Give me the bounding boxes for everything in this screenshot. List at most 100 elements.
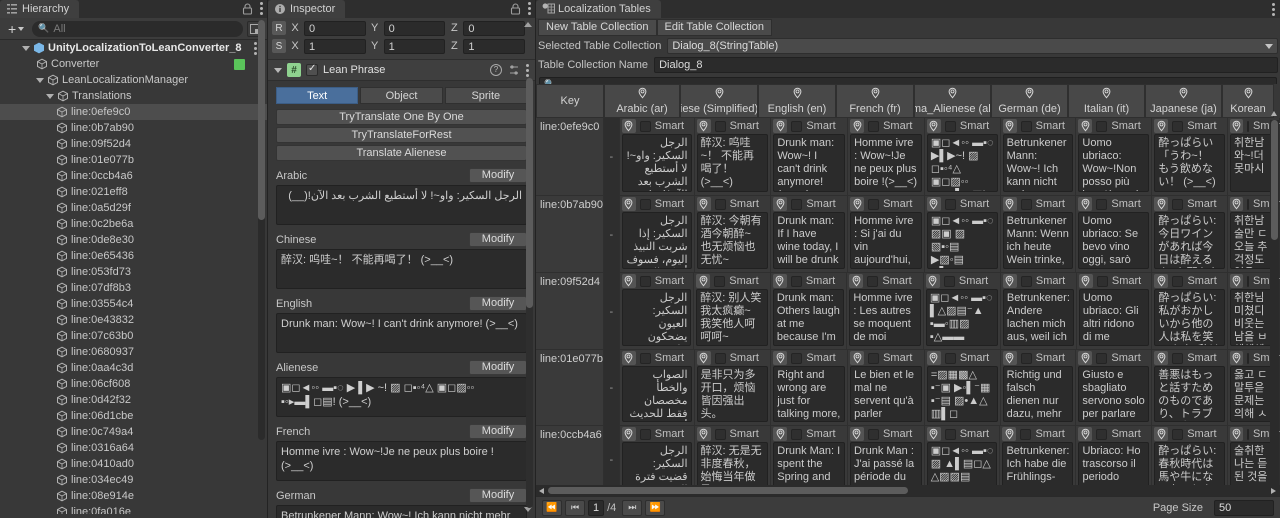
- hierarchy-item[interactable]: line:06d1cbe: [0, 408, 267, 424]
- smart-checkbox[interactable]: [714, 352, 726, 364]
- locale-cell-zh[interactable]: Smart 醉汉: 无是无非度春秋，始悔当年做马: [694, 426, 772, 493]
- smart-checkbox[interactable]: [790, 275, 802, 287]
- phrase-type-segmented-control[interactable]: Text Object Sprite: [276, 87, 527, 104]
- locale-text-area[interactable]: 醉汉: 无是无非度春秋，始悔当年做马: [696, 442, 769, 490]
- smart-checkbox[interactable]: [791, 352, 803, 364]
- tab-localization-tables[interactable]: Localization Tables: [536, 0, 661, 18]
- locale-cell-ja[interactable]: Smart 酔っぱらい「うわ~！ もう飲めない！ (>__<): [1152, 118, 1228, 195]
- table-row[interactable]: line:0ccb4a6- Smart الرجل السكير: قضيت فتر…: [536, 426, 1280, 494]
- rotation-x-field[interactable]: 0: [304, 20, 366, 36]
- hierarchy-item[interactable]: line:0aa4c3d: [0, 360, 267, 376]
- create-button[interactable]: +: [4, 22, 28, 36]
- locale-cell-de[interactable]: Smart Betrunkener: Ich habe die Frühlings…: [1000, 426, 1077, 493]
- row-collapse-toggle[interactable]: -: [604, 350, 620, 426]
- smart-checkbox[interactable]: [1172, 428, 1184, 440]
- smart-checkbox[interactable]: [1246, 428, 1249, 440]
- new-table-collection-button[interactable]: New Table Collection: [538, 18, 657, 36]
- smart-checkbox[interactable]: [1246, 120, 1249, 132]
- locale-cell-it[interactable]: Smart Uomo ubriaco: Se bevo vino oggi, sa…: [1076, 196, 1153, 272]
- smart-checkbox[interactable]: [1020, 352, 1032, 364]
- locale-cell-ja[interactable]: Smart 酔っぱらい: 今日ワインがあれば今日は酔えるよ~心配も心配もないよ~: [1152, 196, 1228, 272]
- locale-glyph-icon[interactable]: [849, 427, 864, 441]
- locale-cell-alienese[interactable]: Smart ▣◻◄◦◦ ▬▪◌ ▨ ▲▌▤◻△ △▨▨▤ ▲▯◻▨▤▦ ▪◦▣: [924, 426, 1001, 493]
- row-collapse-toggle[interactable]: -: [604, 426, 620, 494]
- kebab-menu-icon[interactable]: [526, 63, 529, 77]
- locale-glyph-icon[interactable]: [773, 427, 788, 441]
- hierarchy-item[interactable]: line:07df8b3: [0, 280, 267, 296]
- locale-glyph-icon[interactable]: [696, 119, 711, 133]
- help-icon[interactable]: ?: [490, 64, 502, 76]
- hierarchy-item[interactable]: line:0ccb4a6: [0, 168, 267, 184]
- scale-y-field[interactable]: 1: [383, 38, 446, 54]
- phrase-type-text-tab[interactable]: Text: [276, 87, 359, 104]
- hierarchy-root-item[interactable]: UnityLocalizationToLeanConverter_8: [0, 40, 267, 56]
- smart-checkbox[interactable]: [1096, 198, 1108, 210]
- hierarchy-item[interactable]: line:03554c4: [0, 296, 267, 312]
- smart-checkbox[interactable]: [1096, 428, 1108, 440]
- locale-glyph-icon[interactable]: [1229, 197, 1243, 211]
- lock-icon[interactable]: [242, 2, 254, 15]
- modify-button[interactable]: Modify: [469, 488, 527, 503]
- hierarchy-item[interactable]: line:0e43832: [0, 312, 267, 328]
- locale-glyph-icon[interactable]: [621, 274, 636, 288]
- action-button-0[interactable]: TryTranslate One By One: [276, 109, 527, 125]
- hierarchy-item[interactable]: Converter: [0, 56, 267, 72]
- hierarchy-item[interactable]: line:0410ad0: [0, 456, 267, 472]
- locale-text-area[interactable]: Drunk Man : J'ai passé la période du: [849, 442, 922, 490]
- locale-text-area[interactable]: 酔っぱらい: 私がおかしいから他の人は私を笑います~私は他の人を笑います: [1154, 289, 1225, 346]
- smart-checkbox[interactable]: [1020, 428, 1032, 440]
- tab-inspector[interactable]: Inspector: [268, 0, 346, 18]
- language-text-area[interactable]: الرجل السكير: واو~! لا أستطيع الشرب بعد …: [276, 185, 527, 225]
- inspector-scrollbar[interactable]: [526, 78, 533, 508]
- smart-checkbox[interactable]: [714, 275, 726, 287]
- locale-cell-en[interactable]: Smart Drunk man: Wow~! I can't drink anym…: [771, 118, 849, 195]
- scale-x-field[interactable]: 1: [304, 38, 366, 54]
- locale-cell-alienese[interactable]: Smart ▣◻◄◦◦ ▬▪◌ ▨▣ ▨ ▧▪◦▤ ▶▨◦▤ ◁▌▣▪▸, ▨ ▶…: [924, 196, 1001, 272]
- locale-glyph-icon[interactable]: [773, 119, 788, 133]
- chevron-down-icon[interactable]: [36, 77, 44, 83]
- locale-cell-alienese[interactable]: Smart =▨▦▩△ ▪⁻▣ ▶◦▌⁻▦ ▪⁻▤ ▨•▲△ ▥▌◻ △▪◦▨◻▦…: [924, 350, 1001, 425]
- hierarchy-item[interactable]: LeanLocalizationManager: [0, 72, 267, 88]
- row-collapse-toggle[interactable]: -: [604, 118, 620, 196]
- row-key-cell[interactable]: line:09f52d4: [536, 273, 604, 349]
- tab-hierarchy[interactable]: Hierarchy: [0, 0, 80, 18]
- edit-table-collection-button[interactable]: Edit Table Collection: [656, 18, 772, 36]
- locale-glyph-icon[interactable]: [1229, 119, 1243, 133]
- locale-cell-de[interactable]: Smart Betrunkener Mann: Wow~! Ich kann ni…: [1000, 118, 1077, 195]
- locale-glyph-icon[interactable]: [772, 274, 787, 288]
- language-text-area[interactable]: ▣◻◄◦◦ ▬▪◌ ▶ ▌▶ ~! ▨ ◻▪◦⁴△ ▣◻▨◦◦ ▪◦▸▬▌◻▤!…: [276, 377, 527, 417]
- locale-text-area[interactable]: Homme ivre : Si j'ai du vin aujourd'hui,…: [850, 212, 922, 269]
- column-header-fr[interactable]: French (fr): [836, 84, 914, 118]
- locale-glyph-icon[interactable]: [849, 274, 864, 288]
- locale-glyph-icon[interactable]: [696, 351, 711, 365]
- locale-glyph-icon[interactable]: [621, 197, 636, 211]
- column-header-en[interactable]: English (en): [758, 84, 836, 118]
- modify-button[interactable]: Modify: [469, 296, 527, 311]
- smart-checkbox[interactable]: [639, 120, 651, 132]
- smart-checkbox[interactable]: [1020, 120, 1032, 132]
- locale-text-area[interactable]: Ubriaco: Ho trascorso il periodo: [1078, 442, 1150, 490]
- locale-glyph-icon[interactable]: [773, 197, 788, 211]
- hierarchy-item[interactable]: line:06cf608: [0, 376, 267, 392]
- prev-page-button[interactable]: ⏮: [565, 499, 585, 516]
- locale-cell-it[interactable]: Smart Uomo ubriaco: Gli altri ridono di m…: [1076, 273, 1153, 349]
- locale-glyph-icon[interactable]: [1078, 197, 1093, 211]
- modify-button[interactable]: Modify: [469, 360, 527, 375]
- locale-cell-zh[interactable]: Smart 醉汉: 呜哇~！ 不能再喝了！ (>__<): [694, 118, 772, 195]
- locale-text-area[interactable]: ▣◻◄◦◦ ▬▪◌ ▨▣ ▨ ▧▪◦▤ ▶▨◦▤ ◁▌▣▪▸, ▨ ▶ ▨◦◦ …: [926, 212, 998, 269]
- hierarchy-item[interactable]: line:0c2be6a: [0, 216, 267, 232]
- locale-text-area[interactable]: الرجل السكير: إذا شربت النبيذ اليوم، فسو…: [621, 212, 692, 269]
- smart-checkbox[interactable]: [1096, 275, 1108, 287]
- chevron-down-icon[interactable]: [22, 45, 30, 51]
- smart-checkbox[interactable]: [943, 275, 955, 287]
- language-text-area[interactable]: Betrunkener Mann: Wow~! Ich kann nicht m…: [276, 505, 527, 518]
- locale-text-area[interactable]: 善悪はもっと話すためのものであり、トラブルは力によって引き起こされます: [1154, 366, 1225, 422]
- table-row[interactable]: line:0efe9c0- Smart الرجل السكير: واو~! لا…: [536, 118, 1280, 196]
- locale-text-area[interactable]: الرجل السكير: واو~! لا أستطيع الشرب بعد …: [621, 134, 692, 192]
- hierarchy-item[interactable]: line:0de8e30: [0, 232, 267, 248]
- locale-glyph-icon[interactable]: [850, 351, 865, 365]
- locale-glyph-icon[interactable]: [1229, 427, 1243, 441]
- locale-glyph-icon[interactable]: [926, 119, 941, 133]
- locale-cell-it[interactable]: Smart Giusto e sbagliato servono solo per…: [1076, 350, 1153, 425]
- smart-checkbox[interactable]: [639, 428, 651, 440]
